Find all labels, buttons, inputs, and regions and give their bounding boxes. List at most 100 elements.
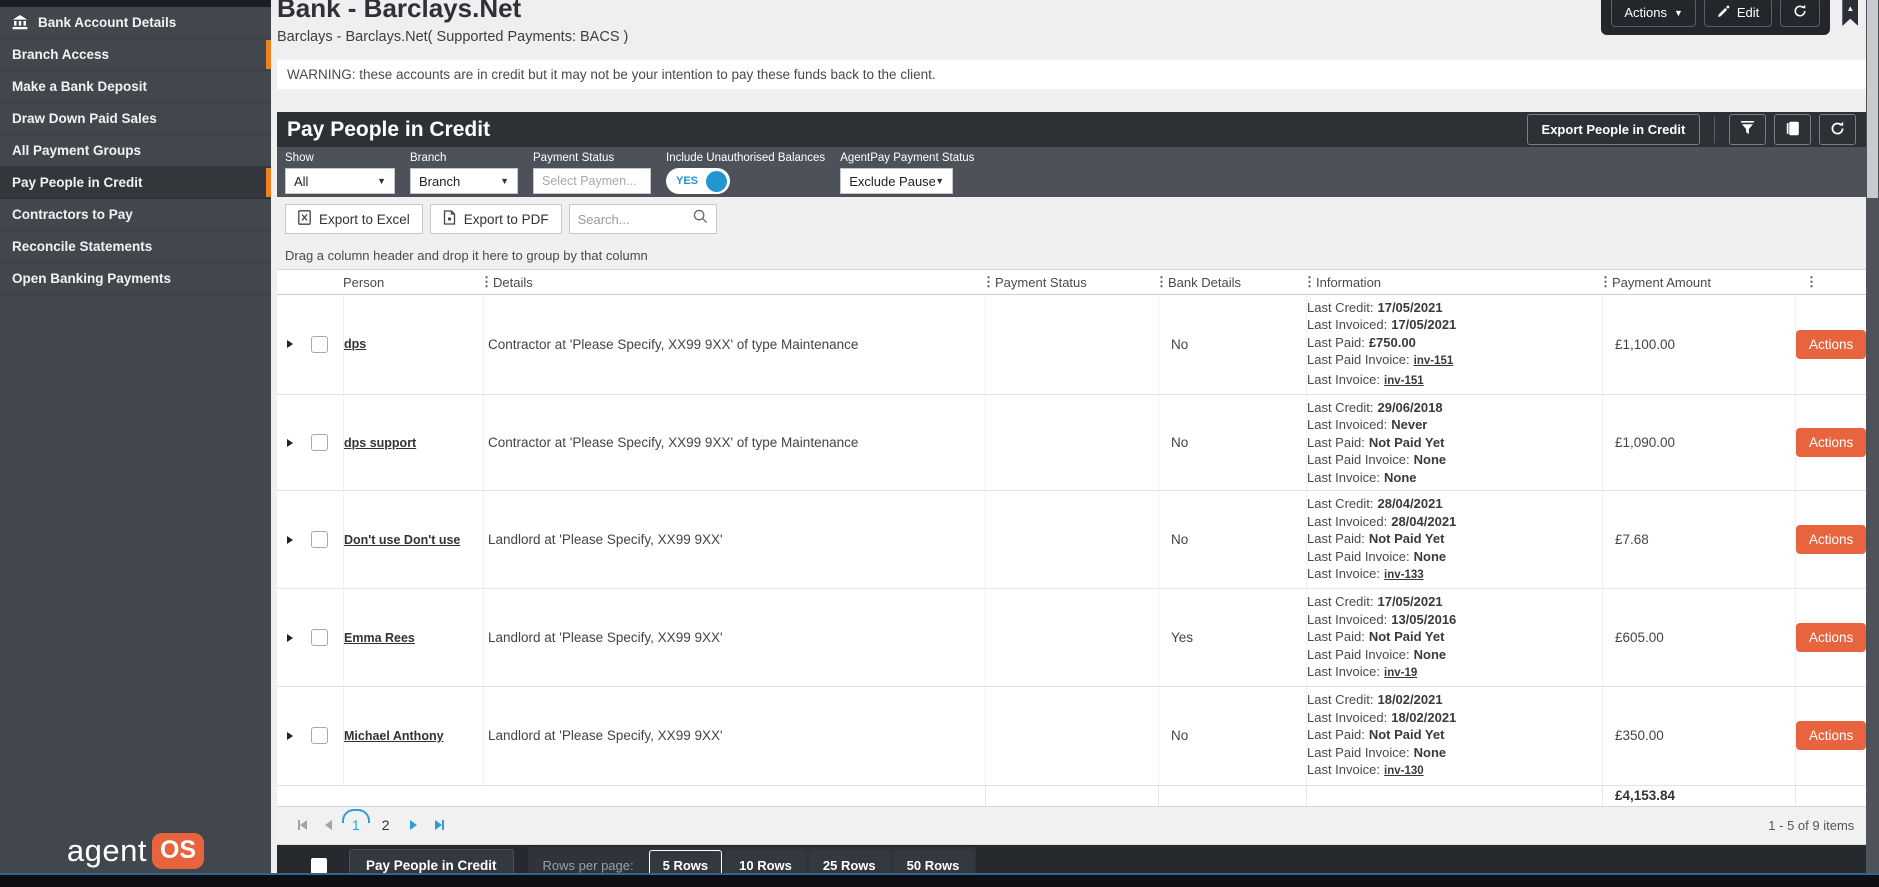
page-button-2[interactable]: 2 xyxy=(382,817,390,833)
filter-button[interactable] xyxy=(1729,114,1767,146)
actions-dropdown-button[interactable]: Actions ▼ xyxy=(1611,0,1696,27)
row-actions-button[interactable]: Actions xyxy=(1796,623,1867,653)
pager-summary: 1 - 5 of 9 items xyxy=(1768,817,1855,833)
invoice-link[interactable]: inv-133 xyxy=(1384,569,1424,581)
column-menu-icon[interactable]: ⋮ xyxy=(1303,274,1316,290)
panel-header: Pay People in Credit Export People in Cr… xyxy=(277,111,1867,148)
search-box xyxy=(568,204,717,235)
row-actions-button[interactable]: Actions xyxy=(1796,721,1867,751)
last-page-button[interactable] xyxy=(434,820,444,831)
row-actions-button[interactable]: Actions xyxy=(1796,525,1867,555)
invoice-link[interactable]: inv-19 xyxy=(1384,667,1417,679)
info-label: Last Paid Invoice: xyxy=(1307,452,1410,468)
next-page-button[interactable] xyxy=(409,820,417,831)
export-to-excel-button[interactable]: Export to Excel xyxy=(285,204,423,235)
include-unauthorised-toggle[interactable]: YES xyxy=(666,168,730,195)
footer-checkbox[interactable] xyxy=(311,857,327,874)
row-checkbox[interactable] xyxy=(311,629,328,647)
info-value: Not Paid Yet xyxy=(1368,434,1445,450)
row-expander-icon[interactable] xyxy=(287,633,293,642)
first-page-button[interactable] xyxy=(298,820,307,831)
refresh-button[interactable] xyxy=(1780,0,1821,27)
row-expander-icon[interactable] xyxy=(287,340,293,349)
row-checkbox[interactable] xyxy=(311,335,328,353)
person-link[interactable]: dps xyxy=(344,337,366,351)
person-link[interactable]: Michael Anthony xyxy=(344,729,444,743)
sidebar-item-reconcile-statements[interactable]: Reconcile Statements xyxy=(0,231,271,263)
row-checkbox[interactable] xyxy=(311,434,328,452)
column-menu-icon[interactable]: ⋮ xyxy=(1599,274,1612,290)
info-label: Last Paid: xyxy=(1307,727,1365,743)
chevron-down-icon: ▼ xyxy=(377,176,386,187)
payment-status-input[interactable] xyxy=(542,174,642,189)
branch-dropdown-value: Branch xyxy=(419,173,461,189)
person-link[interactable]: Don't use Don't use xyxy=(344,533,460,547)
row-expander-icon[interactable] xyxy=(287,535,293,544)
row-checkbox[interactable] xyxy=(311,727,328,745)
invoice-link[interactable]: inv-151 xyxy=(1414,355,1454,367)
search-input[interactable] xyxy=(577,211,693,227)
app-window: Bank Account Details Branch Access Make … xyxy=(0,0,1879,887)
row-expander-icon[interactable] xyxy=(287,438,293,447)
vertical-scrollbar[interactable] xyxy=(1866,0,1879,887)
table-row: Emma Rees Landlord at 'Please Specify, X… xyxy=(277,589,1867,688)
column-header-payment-amount[interactable]: ⋮ Payment Amount xyxy=(1599,270,1795,294)
toggle-yes-label: YES xyxy=(676,175,699,188)
info-value: None xyxy=(1384,469,1417,485)
column-header-details[interactable]: ⋮ Details xyxy=(480,270,985,294)
agentpay-dropdown-value: Exclude Paused P... xyxy=(849,173,936,189)
search-icon xyxy=(693,209,708,229)
info-value: None xyxy=(1413,744,1447,760)
sidebar-item-open-banking-payments[interactable]: Open Banking Payments xyxy=(0,263,271,295)
info-value: 18/02/2021 xyxy=(1377,692,1443,708)
column-header-person[interactable]: Person xyxy=(343,270,483,294)
column-menu-icon[interactable]: ⋮ xyxy=(1805,274,1818,290)
column-label: Details xyxy=(493,274,533,290)
person-link[interactable]: dps support xyxy=(344,436,416,450)
payment-status-input-wrap xyxy=(533,168,651,195)
filter-label: AgentPay Payment Status xyxy=(840,152,975,165)
previous-page-button[interactable] xyxy=(325,820,332,831)
info-label: Last Paid: xyxy=(1307,334,1365,350)
page-button-1[interactable]: 1 xyxy=(352,817,360,833)
sidebar-item-bank-account-details[interactable]: Bank Account Details xyxy=(0,7,271,39)
row-expander-icon[interactable] xyxy=(287,731,293,740)
info-block: Last Credit: 18/02/2021 Last Invoiced: 18/… xyxy=(1307,685,1456,787)
pager: 1 2 1 - 5 of 9 items xyxy=(277,806,1867,845)
columns-button[interactable] xyxy=(1774,114,1812,146)
refresh-grid-button[interactable] xyxy=(1819,114,1857,146)
column-header-bank-details[interactable]: ⋮ Bank Details xyxy=(1155,270,1306,294)
sidebar-top-strip xyxy=(0,0,271,7)
sidebar-item-make-a-bank-deposit[interactable]: Make a Bank Deposit xyxy=(0,71,271,103)
logo-text-agent: agent xyxy=(66,833,147,868)
agentpay-dropdown[interactable]: Exclude Paused P... ▼ xyxy=(840,168,954,195)
row-actions-button[interactable]: Actions xyxy=(1796,329,1867,359)
sidebar-item-contractors-to-pay[interactable]: Contractors to Pay xyxy=(0,199,271,231)
column-menu-icon[interactable]: ⋮ xyxy=(1155,274,1168,290)
export-to-pdf-button[interactable]: Export to PDF xyxy=(429,204,562,235)
filter-label: Payment Status xyxy=(533,152,615,165)
details-text: Landlord at 'Please Specify, XX99 9XX' xyxy=(488,630,723,646)
row-checkbox[interactable] xyxy=(311,531,328,549)
warning-text: WARNING: these accounts are in credit bu… xyxy=(287,67,936,83)
sidebar-item-all-payment-groups[interactable]: All Payment Groups xyxy=(0,135,271,167)
export-people-in-credit-button[interactable]: Export People in Credit xyxy=(1526,114,1701,146)
invoice-link[interactable]: inv-130 xyxy=(1384,765,1424,777)
person-link[interactable]: Emma Rees xyxy=(344,631,415,645)
edit-button[interactable]: Edit xyxy=(1703,0,1773,27)
column-header-payment-status[interactable]: ⋮ Payment Status xyxy=(982,270,1158,294)
table-row: Don't use Don't use Landlord at 'Please … xyxy=(277,491,1867,590)
scrollbar-thumb[interactable] xyxy=(1867,0,1879,198)
row-actions-button[interactable]: Actions xyxy=(1796,428,1867,458)
column-header-information[interactable]: ⋮ Information xyxy=(1303,270,1602,294)
sidebar-item-draw-down-paid-sales[interactable]: Draw Down Paid Sales xyxy=(0,103,271,135)
info-label: Last Paid: xyxy=(1307,629,1365,645)
page-header: Bank - Barclays.Net Barclays - Barclays.… xyxy=(277,0,1866,60)
branch-dropdown[interactable]: Branch ▼ xyxy=(410,168,518,195)
column-menu-icon[interactable]: ⋮ xyxy=(480,274,493,290)
show-dropdown[interactable]: All ▼ xyxy=(285,168,395,195)
sidebar-item-pay-people-in-credit[interactable]: Pay People in Credit xyxy=(0,167,271,199)
invoice-link[interactable]: inv-151 xyxy=(1384,375,1424,387)
column-menu-icon[interactable]: ⋮ xyxy=(982,274,995,290)
sidebar-item-branch-access[interactable]: Branch Access xyxy=(0,39,271,71)
